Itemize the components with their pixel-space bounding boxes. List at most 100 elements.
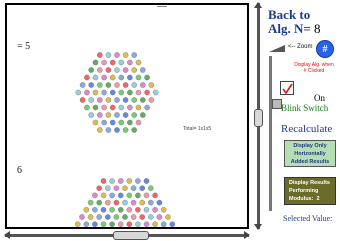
pattern-dot [114,82,120,88]
display-modulus-button[interactable]: Display Results Performing Modulus: 2 [284,177,336,205]
pattern-dot [109,192,115,199]
pattern-dot [165,214,171,220]
pattern-dot [88,67,94,73]
pattern-dot [126,192,133,199]
display-only-horizontal-button[interactable]: Display Only Horizontally Added Results [284,140,336,167]
pattern-dot [135,178,141,184]
pattern-dot [131,97,137,103]
back-line1: Back to [268,7,311,22]
pattern-dot [109,178,115,184]
zoom-triangle-icon[interactable] [269,45,285,52]
pattern-dot [101,74,107,81]
scroll-left-arrow-icon[interactable] [4,231,10,239]
pattern-dot [135,74,142,81]
pattern-dot [114,112,120,118]
pattern-dot [88,97,94,103]
pattern-dot [127,119,133,126]
pattern-dot [131,127,137,133]
pattern-dot [130,185,137,191]
n6-label: 6 [17,165,22,176]
pattern-dot [100,192,107,199]
pattern-dot [114,67,120,73]
pattern-dot [105,199,111,206]
pattern-dot [96,185,102,191]
pattern-dot [88,82,94,88]
pattern-dot [105,82,112,88]
pattern-dot [79,82,86,88]
pattern-dot [101,104,107,111]
hash-button[interactable]: # [316,40,334,58]
pattern-dot [148,199,154,206]
pattern-dot [160,221,167,227]
pattern-dot [122,67,129,73]
pattern-dot [156,199,163,206]
pattern-dot [118,104,125,111]
pattern-dot [101,59,107,66]
pattern-dot [122,112,129,118]
pattern-dot [75,89,82,96]
pattern-dot [152,89,159,96]
back-line2: Alg. N= [268,21,311,36]
blink-on-state: On [314,93,325,103]
pattern-dot [118,119,125,126]
pattern-dot [97,82,103,88]
display-alg-label: Display Alg. when # Clicked [294,62,334,74]
pattern-dot [130,199,137,206]
pattern-dot [97,97,103,103]
pattern-dot [143,221,150,227]
pattern-dot [105,97,112,103]
pattern-dot [113,214,120,220]
checkmark-icon [282,83,293,95]
display-alg-checkbox[interactable] [280,81,294,95]
vertical-thumb[interactable] [254,109,263,127]
pattern-dot [122,82,129,88]
pattern-dot [139,185,145,191]
scroll-up-arrow-icon[interactable] [254,2,262,8]
pattern-dot [127,59,133,66]
pattern-dot [101,89,107,96]
pattern-dot [100,221,107,227]
control-panel: Back to Alg. N= 8 <-- Zoom # Display Alg… [264,0,340,241]
pattern-dot [117,207,124,213]
pattern-dot [152,221,158,227]
pattern-dot [105,52,112,58]
pattern-dot [105,112,112,118]
pattern-dot [131,52,137,58]
pattern-dot [97,112,103,118]
pattern-dot [114,52,120,58]
pattern-dot [96,199,102,206]
pattern-dot [135,89,142,96]
pattern-dot [84,89,90,96]
back-to-alg-button[interactable]: Back to Alg. N= 8 [268,8,321,36]
vertical-scrollbar[interactable] [254,2,263,230]
pattern-dot [130,214,137,220]
scroll-right-arrow-icon[interactable] [244,231,250,239]
pattern-dot [127,74,133,81]
pattern-dot [114,127,120,133]
total-label: Total= 1x1x5 [183,126,212,132]
pattern-dot [96,214,102,220]
selected-value-label: Selected Value: [283,214,333,223]
pattern-dot [143,192,150,199]
pattern-dot [79,97,86,103]
zoom-slider-track[interactable] [269,56,282,211]
pattern-dot [135,207,141,213]
pattern-dot [97,127,103,133]
pattern-dot [126,207,133,213]
horizontal-thumb[interactable] [113,231,149,240]
horizontal-scrollbar[interactable] [4,231,250,240]
pattern-dot [135,104,142,111]
zoom-label: <-- Zoom [288,44,313,50]
hexagon-pattern-n6 [74,178,176,227]
scroll-down-arrow-icon[interactable] [254,224,262,230]
pattern-dot [143,207,150,213]
drawing-canvas[interactable]: = 5 Total= 1x1x5 6 [5,3,249,229]
blink-switch-button[interactable]: Blink Switch [281,103,328,113]
pattern-dot [131,67,137,73]
recalculate-button[interactable]: Recalculate [281,123,332,135]
pattern-dot [160,207,167,213]
n-value: 8 [314,21,321,36]
pattern-dot [131,82,137,88]
pattern-dot [113,199,120,206]
pattern-dot [152,192,158,199]
